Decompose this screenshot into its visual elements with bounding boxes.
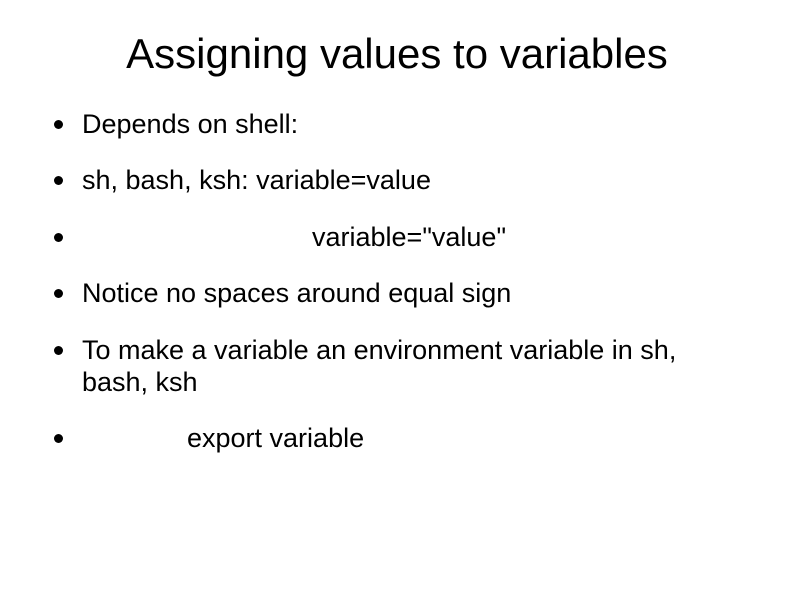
bullet-icon [54, 176, 63, 185]
list-item: sh, bash, ksh: variable=value [50, 164, 744, 196]
list-item-text: sh, bash, ksh: variable=value [82, 165, 431, 195]
list-item-text: variable="value" [312, 221, 506, 253]
bullet-icon [54, 346, 63, 355]
bullet-list: Depends on shell: sh, bash, ksh: variabl… [50, 108, 744, 455]
slide: Assigning values to variables Depends on… [0, 0, 794, 595]
list-item: To make a variable an environment variab… [50, 334, 744, 399]
bullet-icon [54, 120, 63, 129]
list-item: export variable [50, 422, 744, 454]
list-item: Depends on shell: [50, 108, 744, 140]
slide-title: Assigning values to variables [50, 30, 744, 78]
bullet-icon [54, 289, 63, 298]
list-item: Notice no spaces around equal sign [50, 277, 744, 309]
list-item-text: Depends on shell: [82, 109, 298, 139]
list-item-text: Notice no spaces around equal sign [82, 278, 511, 308]
list-item-text: export variable [187, 422, 364, 454]
list-item-text: To make a variable an environment variab… [82, 335, 676, 397]
list-item: variable="value" [50, 221, 744, 253]
bullet-icon [54, 434, 63, 443]
bullet-icon [54, 233, 63, 242]
